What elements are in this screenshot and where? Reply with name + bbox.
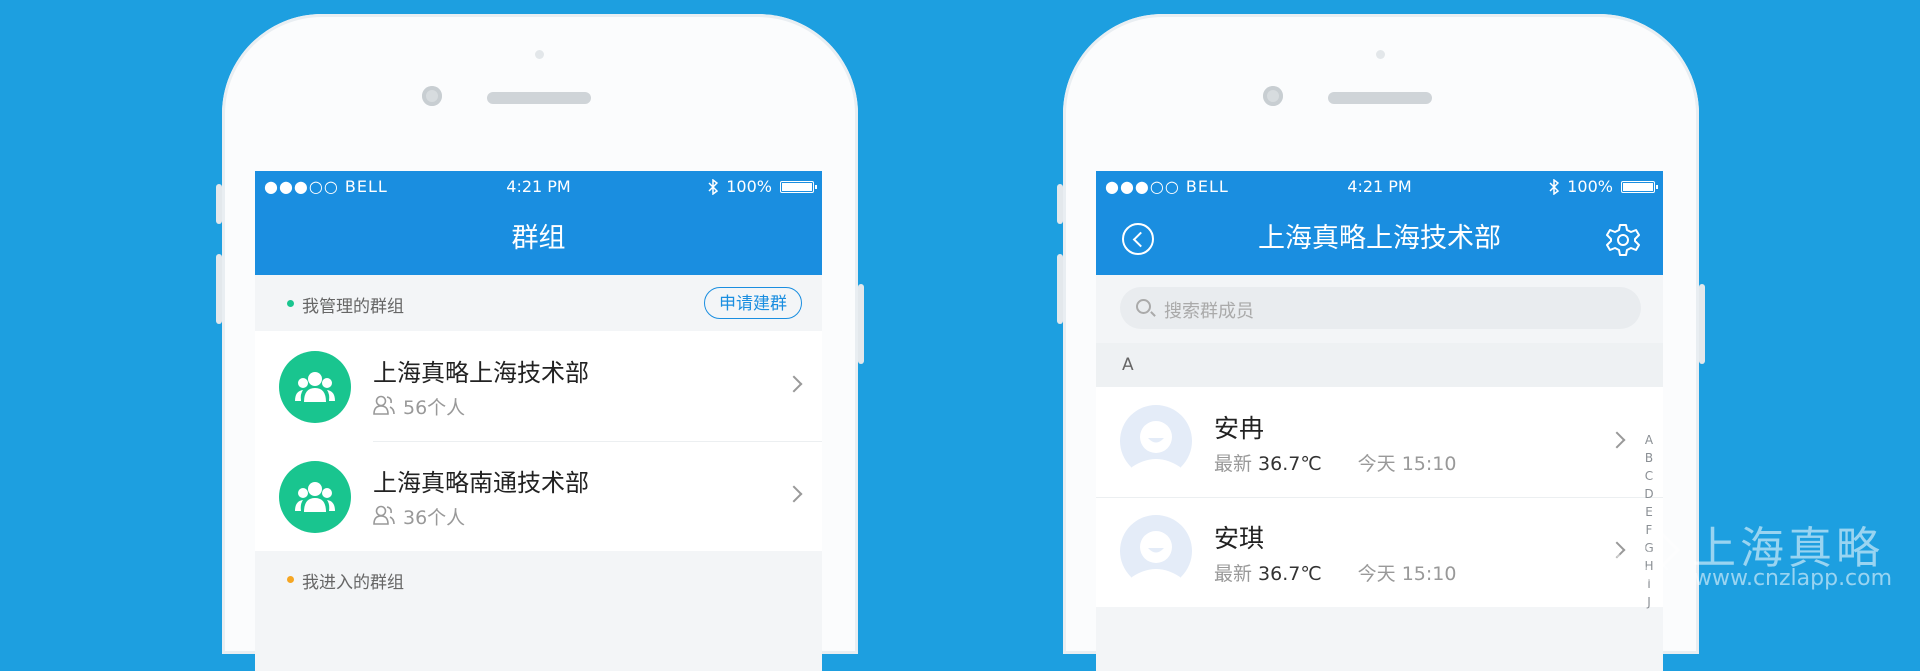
member-name: 安冉 [1214,414,1265,443]
page-title: 群组 [511,223,566,254]
power-button [858,284,864,364]
alphabet-section-header: A [1096,343,1663,387]
volume-up-button [216,254,222,324]
mute-switch [216,184,222,224]
search-input[interactable]: 搜索群成员 [1120,287,1641,329]
temperature-value: 36.7℃ [1258,453,1322,475]
latest-label: 最新 [1214,563,1253,585]
status-bar: ●●●○○ BELL 4:21 PM 100% [1096,171,1663,203]
member-temperature-info: 最新 36.7℃ 今天 15:10 [1214,449,1456,476]
section-dot-icon [287,576,294,583]
page-title: 上海真略上海技术部 [1258,223,1501,254]
search-area: 搜索群成员 [1096,275,1663,343]
gear-icon[interactable] [1605,222,1641,258]
proximity-sensor [535,50,544,59]
group-member-count: 56个人 [403,397,466,419]
battery-percent: 100% [726,177,772,196]
battery-icon [1621,180,1658,193]
brand-logo-icon [1601,514,1681,593]
group-member-count: 36个人 [403,507,466,529]
group-name: 上海真略南通技术部 [373,469,589,497]
group-people-icon [295,372,335,402]
temperature-value: 36.7℃ [1258,563,1322,585]
managed-groups-header: 我管理的群组 申请建群 [255,275,822,331]
bluetooth-icon [1549,178,1560,195]
group-row[interactable]: 上海真略南通技术部 36个人 [255,441,822,551]
earpiece-speaker [487,92,591,104]
apply-create-group-button[interactable]: 申请建群 [704,287,802,319]
default-avatar-icon [1120,515,1192,587]
group-members-screen: ●●●○○ BELL 4:21 PM 100% 上海真略上海技术部 搜索群成员 … [1096,171,1663,671]
index-letter[interactable]: A [1641,431,1657,449]
record-time: 今天 15:10 [1357,563,1457,585]
record-time: 今天 15:10 [1357,453,1457,475]
joined-groups-header: 我进入的群组 [255,551,822,607]
left-phone-frame: ●●●○○ BELL 4:21 PM 100% 群组 我管理的群组 申请建群 上… [216,14,864,671]
groups-screen: ●●●○○ BELL 4:21 PM 100% 群组 我管理的群组 申请建群 上… [255,171,822,671]
group-avatar [279,351,351,423]
group-row[interactable]: 上海真略上海技术部 56个人 [255,331,822,441]
chevron-right-icon [785,485,803,503]
chevron-right-icon [785,375,803,393]
status-bar: ●●●○○ BELL 4:21 PM 100% [255,171,822,203]
brand-watermark: 上海真略 www.cnzlapp.com [1598,508,1898,598]
nav-bar: 上海真略上海技术部 [1096,203,1663,275]
battery-percent: 100% [1567,177,1613,196]
bluetooth-icon [708,178,719,195]
volume-up-button [1057,254,1063,324]
earpiece-speaker [1328,92,1432,104]
members-icon [373,505,395,525]
member-temperature-info: 最新 36.7℃ 今天 15:10 [1214,559,1456,586]
chevron-right-icon [1608,431,1626,449]
nav-bar: 群组 [255,203,822,275]
default-avatar-icon [1120,405,1192,477]
group-avatar [279,461,351,533]
group-name: 上海真略上海技术部 [373,359,589,387]
member-row[interactable]: 安琪 最新 36.7℃ 今天 15:10 [1096,497,1663,607]
search-icon [1136,299,1151,314]
member-name: 安琪 [1214,524,1265,553]
section-label: 我进入的群组 [302,573,404,593]
index-letter[interactable]: D [1641,485,1657,503]
group-people-icon [295,482,335,512]
proximity-sensor [1376,50,1385,59]
back-icon[interactable] [1122,223,1154,255]
watermark-url: www.cnzlapp.com [1694,566,1893,591]
search-placeholder: 搜索群成员 [1164,301,1254,322]
section-label: 我管理的群组 [302,297,404,317]
front-camera [1263,86,1283,106]
battery-icon [780,180,817,193]
power-button [1699,284,1705,364]
index-letter[interactable]: C [1641,467,1657,485]
mute-switch [1057,184,1063,224]
index-letter[interactable]: B [1641,449,1657,467]
section-dot-icon [287,300,294,307]
front-camera [422,86,442,106]
members-icon [373,395,395,415]
member-row[interactable]: 安冉 最新 36.7℃ 今天 15:10 [1096,387,1663,497]
latest-label: 最新 [1214,453,1253,475]
